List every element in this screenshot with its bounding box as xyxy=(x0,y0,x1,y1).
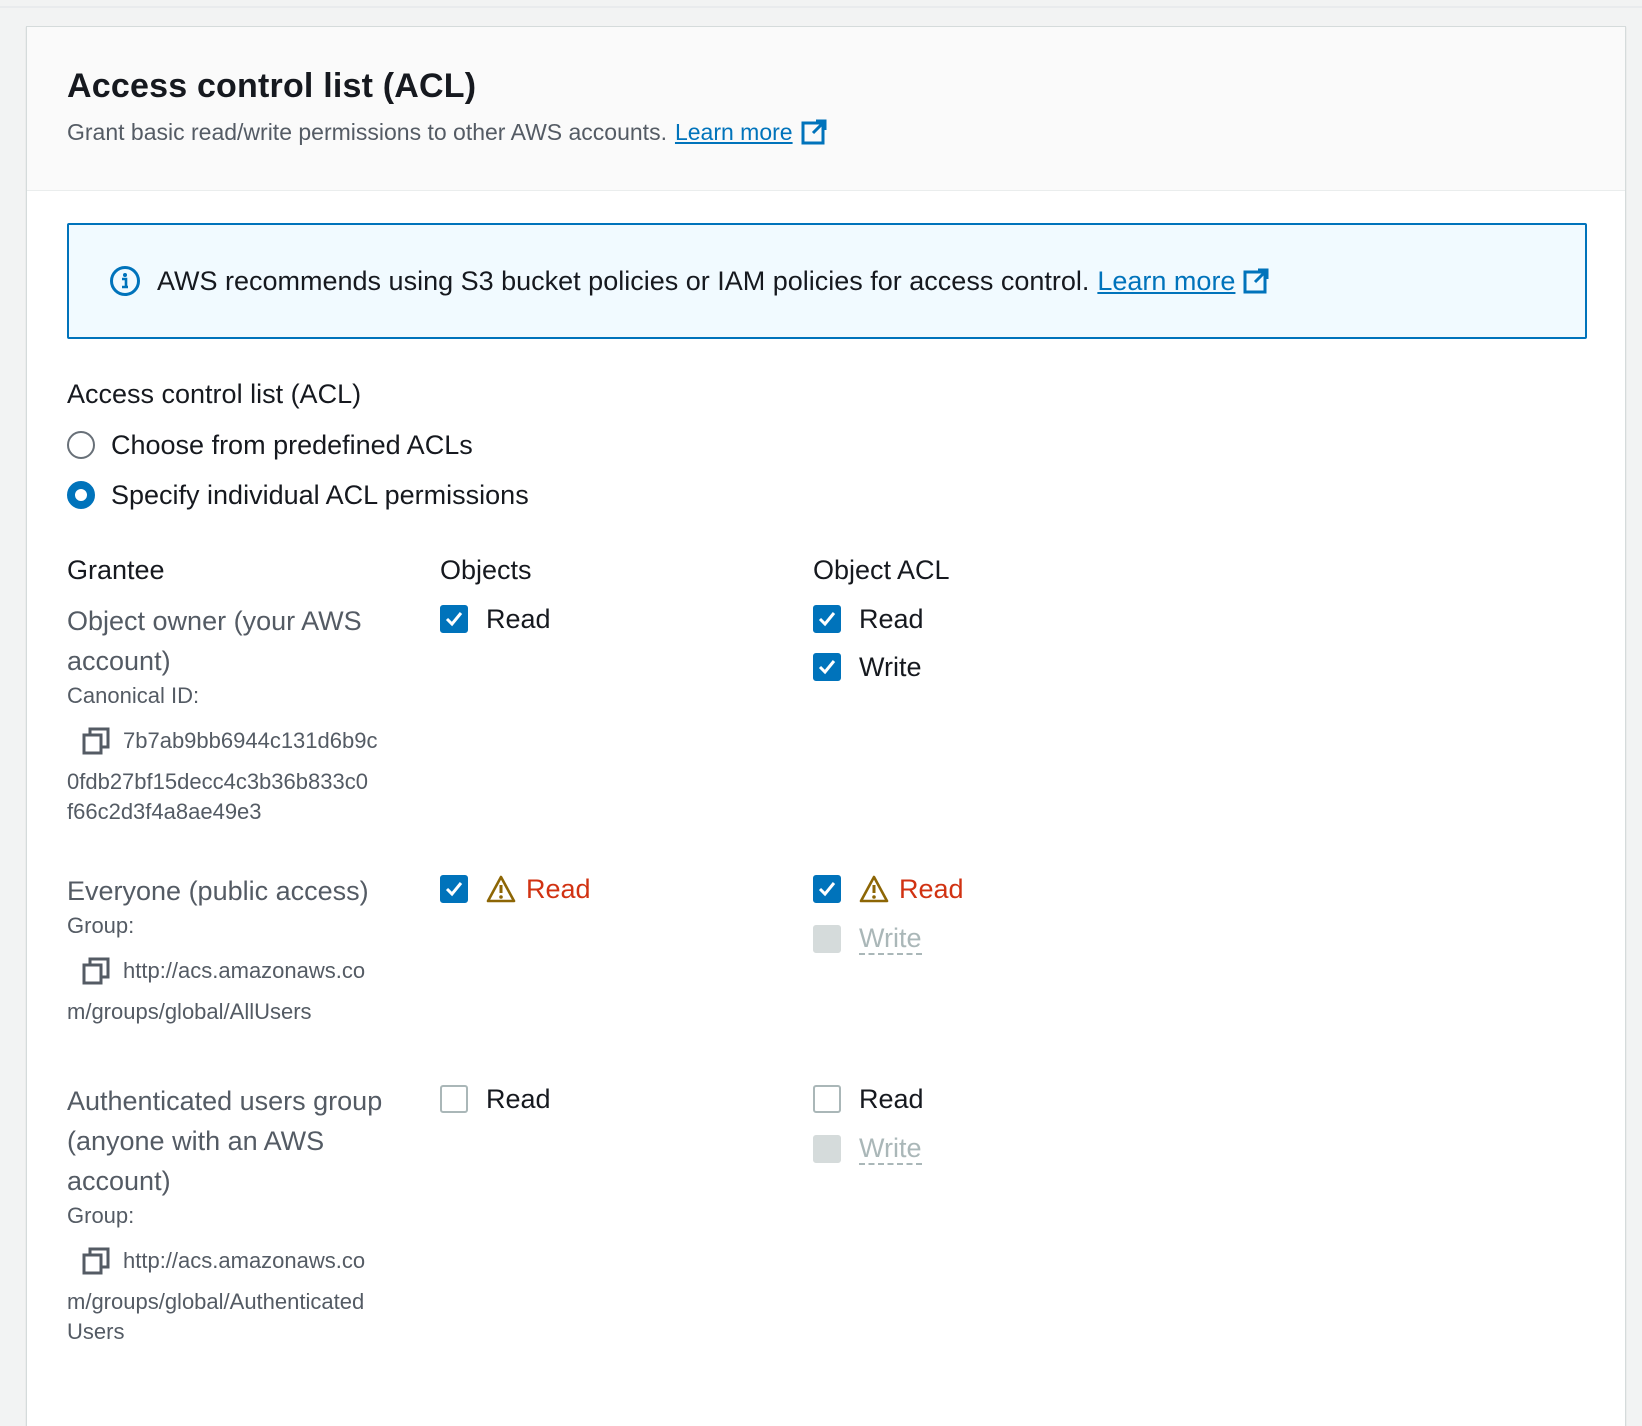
copy-line: http://acs.amazonaws.co xyxy=(67,953,417,989)
radio-individual-control[interactable] xyxy=(67,481,95,509)
radio-predefined-acls[interactable]: Choose from predefined ACLs xyxy=(67,427,1585,463)
group-uri: http://acs.amazonaws.co m/groups/global/… xyxy=(67,953,417,1027)
owner-acl-write[interactable]: Write xyxy=(813,647,922,687)
grantee-name-line1: Authenticated users group xyxy=(67,1086,383,1116)
external-link-icon xyxy=(801,119,827,145)
canonical-id: 7b7ab9bb6944c131d6b9c 0fdb27bf15decc4c3b… xyxy=(67,723,417,827)
everyone-objects-read[interactable]: Read xyxy=(440,869,591,909)
panel-title: Access control list (ACL) xyxy=(67,67,477,105)
top-strip xyxy=(0,0,1642,8)
group-uri-line2: m/groups/global/AllUsers xyxy=(67,999,312,1024)
radio-predefined-label: Choose from predefined ACLs xyxy=(111,429,473,460)
grantee-name: Authenticated users group (anyone with a… xyxy=(67,1081,417,1201)
header-learn-more-label: Learn more xyxy=(674,119,793,145)
group-label: Group: xyxy=(67,1203,135,1228)
grantee-name: Object owner (your AWS account) xyxy=(67,606,362,676)
copy-line: 7b7ab9bb6944c131d6b9c xyxy=(67,723,417,759)
authenticated-acl-write: Write xyxy=(813,1129,922,1169)
checkbox-checked[interactable] xyxy=(813,605,841,633)
permissions-grid: Grantee Objects Object ACL Object owner … xyxy=(67,553,1585,1413)
radio-individual-label: Specify individual ACL permissions xyxy=(111,479,529,510)
grantee-name-line2: (anyone with an AWS xyxy=(67,1126,325,1156)
grantee-name: Everyone (public access) xyxy=(67,876,369,906)
owner-objects-read[interactable]: Read xyxy=(440,599,551,639)
radio-predefined-control[interactable] xyxy=(67,431,95,459)
checkbox-label: Read xyxy=(859,603,924,634)
checkbox-label: Read xyxy=(486,603,551,634)
external-link-icon xyxy=(1243,268,1269,294)
checkbox-checked[interactable] xyxy=(813,653,841,681)
panel-header: Access control list (ACL) Grant basic re… xyxy=(27,27,1625,191)
header-grantee: Grantee xyxy=(67,555,165,585)
panel-description: Grant basic read/write permissions to ot… xyxy=(67,117,1585,147)
alert-learn-more-label: Learn more xyxy=(1097,265,1236,296)
checkmark-icon xyxy=(818,612,836,627)
canonical-id-line1: 7b7ab9bb6944c131d6b9c xyxy=(123,728,378,753)
checkbox-unchecked[interactable] xyxy=(440,1085,468,1113)
authenticated-objects-read[interactable]: Read xyxy=(440,1079,551,1119)
group-uri-line2: m/groups/global/Authenticated xyxy=(67,1289,365,1314)
checkmark-icon xyxy=(818,882,836,897)
warning-icon xyxy=(486,875,516,903)
panel-description-text: Grant basic read/write permissions to ot… xyxy=(67,119,667,145)
warning-icon xyxy=(859,875,889,903)
grantee-row-owner: Object owner (your AWS account) Canonica… xyxy=(67,601,1587,827)
grantee-row-everyone: Everyone (public access) Group: http://a… xyxy=(67,871,1587,1027)
checkbox-label: Write xyxy=(859,651,922,682)
checkmark-icon xyxy=(445,882,463,897)
header-learn-more-link[interactable]: Learn more xyxy=(675,117,827,147)
radio-individual-permissions[interactable]: Specify individual ACL permissions xyxy=(67,477,1585,513)
group-uri-line3: Users xyxy=(67,1319,125,1344)
canonical-id-line2: 0fdb27bf15decc4c3b36b833c0 xyxy=(67,769,368,794)
alert-learn-more-link[interactable]: Learn more xyxy=(1097,266,1269,297)
copy-icon[interactable] xyxy=(81,1246,111,1276)
canonical-id-line3: f66c2d3f4a8ae49e3 xyxy=(67,799,262,824)
checkmark-icon xyxy=(818,660,836,675)
grantee-row-authenticated: Authenticated users group (anyone with a… xyxy=(67,1081,1587,1347)
panel-body: AWS recommends using S3 bucket policies … xyxy=(27,191,1625,1413)
checkbox-label-warning: Read xyxy=(899,873,964,904)
copy-icon[interactable] xyxy=(81,726,111,756)
header-object-acl: Object ACL xyxy=(813,555,950,585)
group-uri-line1: http://acs.amazonaws.co xyxy=(123,958,366,983)
checkbox-label: Read xyxy=(859,1083,924,1114)
checkbox-unchecked[interactable] xyxy=(813,1085,841,1113)
checkbox-label: Read xyxy=(486,1083,551,1114)
everyone-acl-write: Write xyxy=(813,919,922,959)
acl-panel: Access control list (ACL) Grant basic re… xyxy=(26,26,1626,1426)
everyone-acl-read[interactable]: Read xyxy=(813,869,964,909)
info-icon xyxy=(110,266,140,296)
checkbox-disabled xyxy=(813,1135,841,1163)
header-objects: Objects xyxy=(440,555,532,585)
checkbox-checked[interactable] xyxy=(440,605,468,633)
alert-message: AWS recommends using S3 bucket policies … xyxy=(157,265,1090,296)
checkbox-label-disabled: Write xyxy=(859,923,922,955)
checkmark-icon xyxy=(445,612,463,627)
group-uri: http://acs.amazonaws.co m/groups/global/… xyxy=(67,1243,417,1347)
info-alert: AWS recommends using S3 bucket policies … xyxy=(67,223,1587,339)
authenticated-acl-read[interactable]: Read xyxy=(813,1079,924,1119)
acl-field-label: Access control list (ACL) xyxy=(67,379,362,409)
owner-acl-read[interactable]: Read xyxy=(813,599,924,639)
checkbox-checked[interactable] xyxy=(813,875,841,903)
copy-line: http://acs.amazonaws.co xyxy=(67,1243,417,1279)
checkbox-label-warning: Read xyxy=(526,873,591,904)
grantee-name-line3: account) xyxy=(67,1166,171,1196)
checkbox-label-disabled: Write xyxy=(859,1133,922,1165)
copy-icon[interactable] xyxy=(81,956,111,986)
checkbox-disabled xyxy=(813,925,841,953)
checkbox-checked[interactable] xyxy=(440,875,468,903)
group-uri-line1: http://acs.amazonaws.co xyxy=(123,1248,366,1273)
